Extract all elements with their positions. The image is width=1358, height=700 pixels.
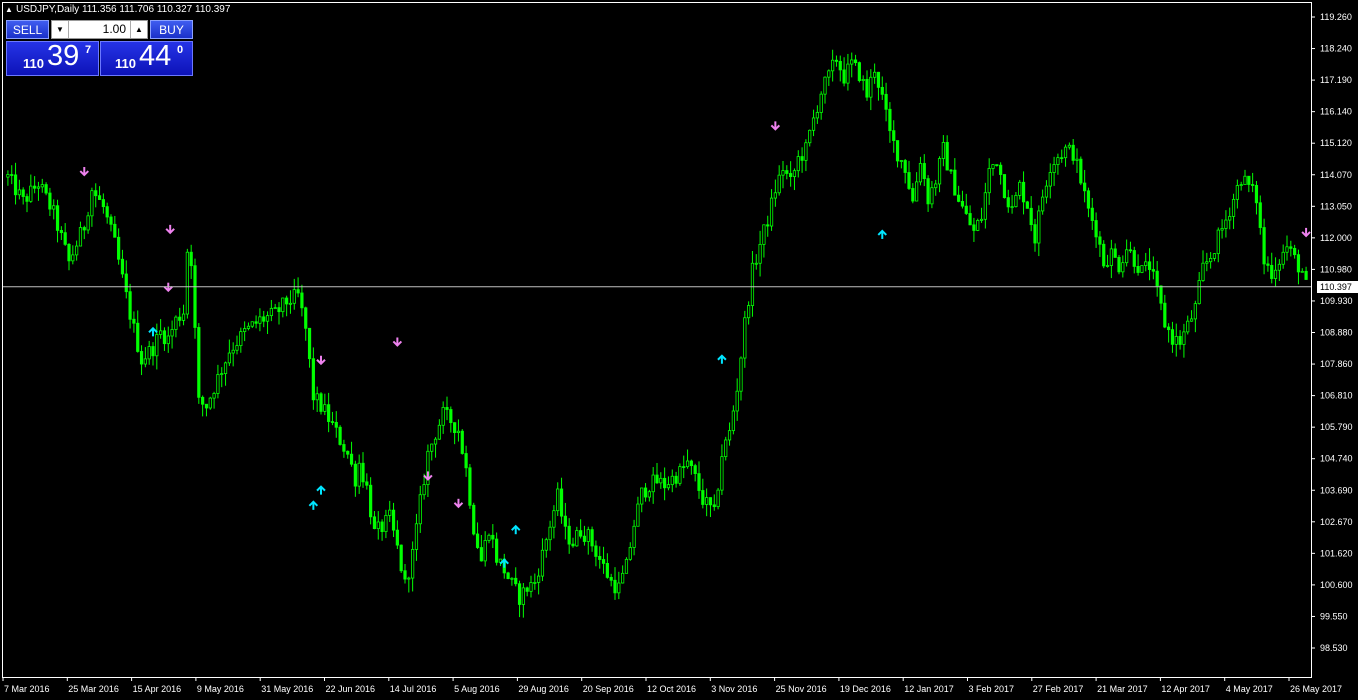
time-tick-label: 4 May 2017 [1226, 684, 1273, 694]
candle [208, 396, 212, 410]
price-tick-label: 104.740 [1320, 454, 1353, 464]
candle [460, 429, 464, 455]
candle [1102, 240, 1106, 269]
price-tick-label: 108.880 [1320, 328, 1353, 338]
candle [185, 248, 189, 319]
price-tick-label: 109.930 [1320, 296, 1353, 306]
candle [976, 218, 980, 232]
price-tick-label: 105.790 [1320, 422, 1353, 432]
candle [506, 571, 510, 580]
time-tick-label: 25 Mar 2016 [68, 684, 119, 694]
candle [624, 557, 629, 574]
price-tick-label: 98.530 [1320, 643, 1348, 653]
time-tick-label: 7 Mar 2016 [4, 684, 50, 694]
chart-background [0, 0, 1358, 700]
chevron-up-icon[interactable]: ▲ [130, 21, 147, 38]
sell-price-main: 39 [47, 40, 80, 72]
time-tick-label: 31 May 2016 [261, 684, 313, 694]
candle [319, 392, 323, 415]
sell-price-fraction: 7 [85, 44, 92, 56]
price-chart[interactable]: 119.260 118.240 117.190 116.140 115.120 114.0… [0, 0, 1358, 700]
candle [857, 61, 861, 83]
time-tick-label: 29 Aug 2016 [518, 684, 569, 694]
price-tick-label: 115.120 [1320, 138, 1352, 148]
time-tick-label: 26 May 2017 [1290, 684, 1342, 694]
price-tick-label: 116.140 [1320, 107, 1352, 117]
time-tick-label: 27 Feb 2017 [1033, 684, 1084, 694]
candle [716, 487, 720, 510]
candle [193, 258, 197, 339]
candle [1117, 254, 1121, 275]
time-tick-label: 3 Nov 2016 [711, 684, 757, 694]
price-tick-label: 102.670 [1320, 517, 1353, 527]
time-tick-label: 25 Nov 2016 [776, 684, 827, 694]
lot-size-input[interactable]: 1.00 [69, 21, 130, 38]
price-tick-label: 99.550 [1320, 611, 1348, 621]
candle [472, 502, 476, 536]
price-tick-label: 103.690 [1320, 485, 1353, 495]
price-tick-label: 100.600 [1320, 580, 1353, 590]
price-tick-label: 101.620 [1320, 548, 1353, 558]
buy-price-prefix: 110 [115, 56, 136, 71]
chart-title: USDJPY,Daily 111.356 111.706 110.327 110… [16, 4, 231, 15]
candle [1002, 174, 1007, 199]
price-tick-label: 117.190 [1320, 75, 1352, 85]
buy-price-quote[interactable]: 110 44 0 [100, 40, 193, 76]
time-tick-label: 20 Sep 2016 [583, 684, 634, 694]
buy-button[interactable]: BUY [150, 20, 193, 39]
candle [724, 436, 728, 461]
buy-price-fraction: 0 [177, 44, 184, 56]
buy-price-main: 44 [139, 40, 172, 72]
price-tick-label: 106.810 [1320, 391, 1353, 401]
time-tick-label: 9 May 2016 [197, 684, 244, 694]
sell-button[interactable]: SELL [6, 20, 49, 39]
candle [1079, 156, 1083, 186]
sell-price-prefix: 110 [23, 56, 44, 71]
time-tick-label: 15 Apr 2016 [133, 684, 182, 694]
chevron-down-icon[interactable]: ▼ [52, 21, 69, 38]
time-tick-label: 5 Aug 2016 [454, 684, 500, 694]
candle [678, 463, 682, 486]
candle [1025, 200, 1029, 209]
price-tick-label: 107.860 [1320, 359, 1353, 369]
candle [197, 323, 201, 404]
lot-size-stepper[interactable]: ▼ 1.00 ▲ [51, 20, 148, 39]
time-tick-label: 21 Mar 2017 [1097, 684, 1148, 694]
price-tick-label: 112.000 [1320, 233, 1352, 243]
candle [399, 544, 403, 573]
time-tick-label: 12 Jan 2017 [904, 684, 954, 694]
time-tick-label: 12 Oct 2016 [647, 684, 696, 694]
sell-price-quote[interactable]: 110 39 7 [6, 40, 99, 76]
time-tick-label: 3 Feb 2017 [969, 684, 1015, 694]
candle [468, 464, 472, 509]
price-tick-label: 113.050 [1320, 201, 1352, 211]
time-tick-label: 19 Dec 2016 [840, 684, 891, 694]
current-price-label: 110.397 [1317, 280, 1358, 293]
candle [1140, 265, 1144, 274]
price-tick-label: 110.980 [1320, 264, 1352, 274]
time-tick-label: 22 Jun 2016 [326, 684, 376, 694]
time-tick-label: 12 Apr 2017 [1161, 684, 1210, 694]
one-click-trading-panel: SELL ▼ 1.00 ▲ BUY 110 39 7 110 44 0 [6, 20, 193, 76]
price-tick-label: 118.240 [1320, 44, 1352, 54]
candle [338, 425, 342, 446]
price-tick-label: 119.260 [1320, 12, 1352, 22]
time-tick-label: 14 Jul 2016 [390, 684, 437, 694]
price-tick-label: 114.070 [1320, 170, 1352, 180]
triangle-up-icon[interactable]: ▲ [5, 5, 13, 14]
